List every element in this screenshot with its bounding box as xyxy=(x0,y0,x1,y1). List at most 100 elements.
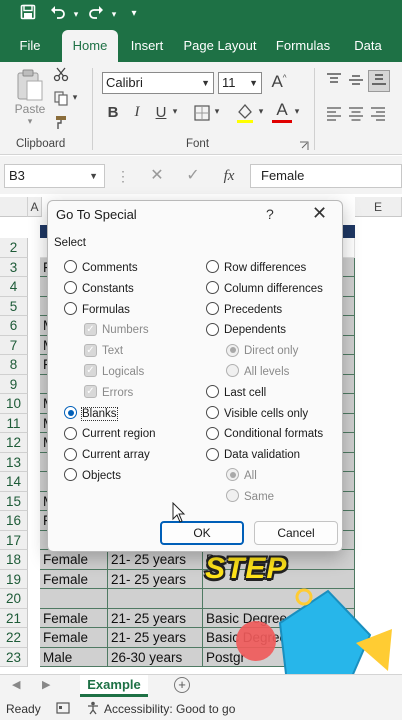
row-header[interactable]: 4 xyxy=(0,277,28,297)
radio-option-data-validation[interactable]: Data validation xyxy=(206,446,300,464)
row-header[interactable]: 5 xyxy=(0,296,28,316)
scroll-right-icon[interactable]: ▶ xyxy=(42,678,50,691)
middle-align-icon[interactable] xyxy=(346,72,366,90)
borders-icon[interactable] xyxy=(192,104,212,124)
radio-option-row-differences[interactable]: Row differences xyxy=(206,259,306,277)
cancel-button[interactable]: Cancel xyxy=(254,521,338,545)
column-header-a[interactable]: A xyxy=(28,197,42,217)
borders-dropdown-icon[interactable]: ▾ xyxy=(212,106,222,117)
fill-color-icon[interactable] xyxy=(234,102,256,124)
select-all-corner[interactable] xyxy=(0,197,28,217)
row-header[interactable]: 22 xyxy=(0,628,28,648)
row-header[interactable]: 14 xyxy=(0,472,28,492)
grid-cell[interactable]: 21- 25 years xyxy=(108,628,203,648)
sheet-tab-example[interactable]: Example xyxy=(80,675,148,697)
italic-button[interactable]: I xyxy=(128,104,146,121)
format-painter-icon[interactable] xyxy=(52,114,70,132)
fill-color-dropdown-icon[interactable]: ▾ xyxy=(256,106,266,117)
grid-cell[interactable] xyxy=(108,589,203,609)
close-icon[interactable]: ✕ xyxy=(312,203,327,224)
row-header[interactable]: 8 xyxy=(0,355,28,375)
row-header[interactable]: 3 xyxy=(0,257,28,277)
font-size-combo[interactable]: 11 ▼ xyxy=(218,72,262,94)
tab-page-layout[interactable]: Page Layout xyxy=(182,30,258,62)
save-icon[interactable] xyxy=(18,4,38,24)
grow-font-button[interactable]: A^ xyxy=(268,72,290,94)
customize-toolbar-icon[interactable]: ▾ xyxy=(124,4,144,24)
radio-option-blanks[interactable]: Blanks xyxy=(64,405,118,423)
macro-recording-icon[interactable] xyxy=(56,701,70,715)
tab-data[interactable]: Data xyxy=(348,30,388,62)
grid-cell[interactable] xyxy=(40,589,108,609)
font-name-combo[interactable]: Calibri ▼ xyxy=(102,72,214,94)
row-header[interactable]: 19 xyxy=(0,569,28,589)
radio-option-conditional-formats[interactable]: Conditional formats xyxy=(206,425,323,443)
row-header[interactable]: 13 xyxy=(0,452,28,472)
copy-dropdown-icon[interactable]: ▾ xyxy=(70,92,80,103)
accessibility-icon[interactable] xyxy=(86,701,100,715)
top-align-icon[interactable] xyxy=(324,72,344,90)
radio-option-objects[interactable]: Objects xyxy=(64,467,121,485)
radio-option-last-cell[interactable]: Last cell xyxy=(206,384,266,402)
insert-function-icon[interactable]: fx xyxy=(218,164,240,188)
radio-option-dependents[interactable]: Dependents xyxy=(206,321,286,339)
radio-option-precedents[interactable]: Precedents xyxy=(206,301,282,319)
align-center-icon[interactable] xyxy=(346,106,366,124)
row-header[interactable]: 16 xyxy=(0,511,28,531)
radio-option-constants[interactable]: Constants xyxy=(64,280,134,298)
row-header[interactable]: 11 xyxy=(0,413,28,433)
align-left-icon[interactable] xyxy=(324,106,344,124)
column-header-e[interactable]: E xyxy=(355,197,402,217)
underline-button[interactable]: U xyxy=(152,104,170,121)
ok-button[interactable]: OK xyxy=(160,521,244,545)
row-header[interactable]: 9 xyxy=(0,374,28,394)
paste-icon[interactable] xyxy=(14,68,46,102)
radio-option-visible-cells-only[interactable]: Visible cells only xyxy=(206,405,308,423)
radio-option-formulas[interactable]: Formulas xyxy=(64,301,130,319)
row-header[interactable]: 15 xyxy=(0,491,28,511)
redo-dropdown-icon[interactable]: ▾ xyxy=(104,4,124,24)
copy-icon[interactable] xyxy=(52,90,70,108)
scroll-left-icon[interactable]: ◀ xyxy=(12,678,20,691)
grid-cell[interactable]: Female xyxy=(40,569,108,589)
accessibility-status[interactable]: Accessibility: Good to go xyxy=(104,702,235,716)
radio-option-current-region[interactable]: Current region xyxy=(64,425,156,443)
row-header[interactable]: 10 xyxy=(0,394,28,414)
grid-cell[interactable]: Female xyxy=(40,628,108,648)
row-header[interactable]: 18 xyxy=(0,550,28,570)
cut-icon[interactable] xyxy=(52,66,70,84)
bottom-align-icon[interactable] xyxy=(368,70,390,92)
redo-icon[interactable] xyxy=(86,4,106,24)
paste-label[interactable]: Paste xyxy=(12,102,48,116)
font-color-button[interactable]: A xyxy=(272,100,292,123)
grid-cell[interactable]: 21- 25 years xyxy=(108,550,203,570)
row-header[interactable]: 23 xyxy=(0,647,28,667)
row-header[interactable]: 6 xyxy=(0,316,28,336)
undo-icon[interactable] xyxy=(48,4,68,24)
radio-option-column-differences[interactable]: Column differences xyxy=(206,280,323,298)
grid-cell[interactable]: 26-30 years xyxy=(108,647,203,667)
grid-cell[interactable]: 21- 25 years xyxy=(108,569,203,589)
grid-cell[interactable]: Female xyxy=(40,608,108,628)
name-box[interactable]: B3 ▼ xyxy=(4,164,105,188)
grid-cell[interactable]: Male xyxy=(40,647,108,667)
row-header[interactable]: 17 xyxy=(0,530,28,550)
tab-file[interactable]: File xyxy=(10,30,50,62)
radio-option-current-array[interactable]: Current array xyxy=(64,446,150,464)
add-sheet-icon[interactable]: + xyxy=(174,677,190,693)
cancel-entry-icon[interactable]: ✕ xyxy=(146,164,168,188)
dialog-launcher-icon[interactable] xyxy=(298,140,310,152)
row-header[interactable]: 21 xyxy=(0,608,28,628)
tab-formulas[interactable]: Formulas xyxy=(272,30,334,62)
row-header[interactable]: 7 xyxy=(0,335,28,355)
bold-button[interactable]: B xyxy=(104,104,122,121)
paste-dropdown-icon[interactable]: ▾ xyxy=(24,116,36,127)
row-header[interactable]: 20 xyxy=(0,589,28,609)
font-color-dropdown-icon[interactable]: ▾ xyxy=(292,106,302,117)
formula-input[interactable]: Female xyxy=(250,164,402,188)
confirm-entry-icon[interactable]: ✓ xyxy=(182,164,204,188)
align-right-icon[interactable] xyxy=(368,106,388,124)
grid-cell[interactable]: 21- 25 years xyxy=(108,608,203,628)
row-header[interactable]: 2 xyxy=(0,238,28,258)
underline-dropdown-icon[interactable]: ▾ xyxy=(170,106,180,117)
